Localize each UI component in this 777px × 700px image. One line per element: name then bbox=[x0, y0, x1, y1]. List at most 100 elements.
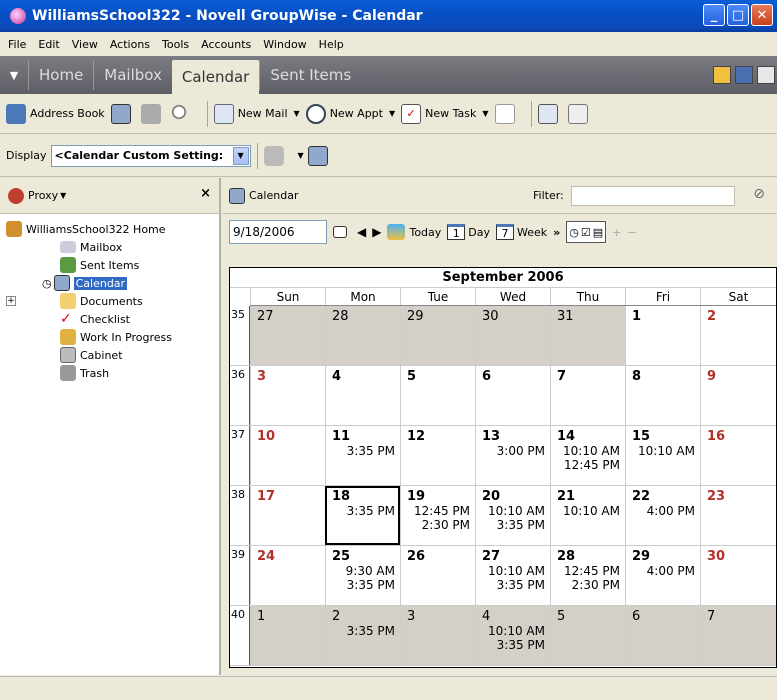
tree-item-checklist[interactable]: ✓ Checklist bbox=[6, 310, 219, 328]
trash-button[interactable] bbox=[263, 142, 288, 170]
tab-home[interactable]: Home bbox=[28, 60, 93, 90]
appointment-time[interactable]: 3:35 PM bbox=[482, 518, 550, 532]
day-cell[interactable]: 24 bbox=[250, 546, 325, 605]
minimize-button[interactable]: _ bbox=[703, 4, 725, 26]
chevron-down-icon[interactable]: ▼ bbox=[298, 151, 304, 160]
day-cell[interactable]: 27 bbox=[250, 306, 325, 365]
day-cell-selected[interactable]: 18 3:35 PM bbox=[325, 486, 400, 545]
appointment-time[interactable]: 10:10 AM bbox=[482, 564, 550, 578]
view-toggle-button[interactable] bbox=[537, 100, 562, 128]
next-button[interactable]: ▶ bbox=[372, 221, 381, 243]
day-cell[interactable]: 9 bbox=[700, 366, 776, 425]
close-button[interactable]: ✕ bbox=[751, 4, 773, 26]
appointment-time[interactable]: 3:35 PM bbox=[482, 638, 550, 652]
new-note-button[interactable] bbox=[494, 100, 519, 128]
week-number[interactable]: 39 bbox=[230, 546, 250, 605]
nav-dropdown-button[interactable]: ▼ bbox=[0, 56, 28, 94]
day-cell[interactable]: 7 bbox=[700, 606, 776, 665]
zoom-in-icon[interactable]: + bbox=[612, 221, 621, 243]
appointment-time[interactable]: 10:10 AM bbox=[632, 444, 700, 458]
day-cell[interactable]: 28 12:45 PM 2:30 PM bbox=[550, 546, 625, 605]
week-number[interactable]: 40 bbox=[230, 606, 250, 665]
day-cell[interactable]: 26 bbox=[400, 546, 475, 605]
calendar-props-button[interactable] bbox=[307, 142, 332, 170]
week-number[interactable]: 37 bbox=[230, 426, 250, 485]
day-cell[interactable]: 22 4:00 PM bbox=[625, 486, 700, 545]
day-cell[interactable]: 3 bbox=[400, 606, 475, 665]
filter-input[interactable] bbox=[571, 186, 735, 206]
week-number[interactable]: 35 bbox=[230, 306, 250, 365]
appointment-time[interactable]: 3:35 PM bbox=[332, 624, 400, 638]
menu-actions[interactable]: Actions bbox=[104, 38, 156, 51]
chevron-down-icon[interactable]: ▼ bbox=[60, 191, 66, 200]
appointment-time[interactable]: 12:45 PM bbox=[557, 564, 625, 578]
day-cell[interactable]: 6 bbox=[625, 606, 700, 665]
note-filter-icon[interactable]: ▤ bbox=[593, 226, 603, 239]
chevron-down-icon[interactable]: ▼ bbox=[294, 109, 300, 118]
day-cell[interactable]: 4 bbox=[325, 366, 400, 425]
appointment-time[interactable]: 10:10 AM bbox=[557, 444, 625, 458]
appointment-time[interactable]: 4:00 PM bbox=[632, 504, 700, 518]
appointment-time[interactable]: 3:35 PM bbox=[332, 578, 400, 592]
appointment-time[interactable]: 2:30 PM bbox=[407, 518, 475, 532]
day-cell[interactable]: 23 bbox=[700, 486, 776, 545]
day-cell[interactable]: 30 bbox=[475, 306, 550, 365]
grid-view-button[interactable] bbox=[567, 100, 592, 128]
appointment-filter-icon[interactable]: ◷ bbox=[569, 226, 579, 239]
menu-file[interactable]: File bbox=[2, 38, 32, 51]
tree-item-mailbox[interactable]: Mailbox bbox=[6, 238, 219, 256]
task-filter-icon[interactable]: ☑ bbox=[581, 226, 591, 239]
day-cell[interactable]: 1 bbox=[625, 306, 700, 365]
day-cell[interactable]: 28 bbox=[325, 306, 400, 365]
tree-item-home[interactable]: WilliamsSchool322 Home bbox=[6, 220, 219, 238]
day-cell[interactable]: 4 10:10 AM 3:35 PM bbox=[475, 606, 550, 665]
close-icon[interactable]: × bbox=[200, 186, 211, 201]
day-cell[interactable]: 27 10:10 AM 3:35 PM bbox=[475, 546, 550, 605]
tab-mailbox[interactable]: Mailbox bbox=[93, 60, 172, 90]
folders-icon[interactable] bbox=[713, 66, 731, 84]
appointment-time[interactable]: 10:10 AM bbox=[557, 504, 625, 518]
day-cell[interactable]: 12 bbox=[400, 426, 475, 485]
day-cell[interactable]: 21 10:10 AM bbox=[550, 486, 625, 545]
day-cell[interactable]: 31 bbox=[550, 306, 625, 365]
previous-button[interactable]: ◀ bbox=[357, 221, 366, 243]
menu-accounts[interactable]: Accounts bbox=[195, 38, 257, 51]
today-button[interactable]: Today bbox=[387, 221, 441, 243]
day-cell[interactable]: 2 bbox=[700, 306, 776, 365]
tree-item-calendar[interactable]: ◷ Calendar bbox=[6, 274, 219, 292]
appointment-time[interactable]: 3:00 PM bbox=[482, 444, 550, 458]
zoom-out-icon[interactable]: − bbox=[627, 221, 636, 243]
appointment-time[interactable]: 10:10 AM bbox=[482, 624, 550, 638]
tree-item-work-in-progress[interactable]: Work In Progress bbox=[6, 328, 219, 346]
day-cell[interactable]: 30 bbox=[700, 546, 776, 605]
chevron-down-icon[interactable]: ▼ bbox=[232, 146, 249, 165]
date-field[interactable]: 9/18/2006 bbox=[229, 220, 327, 244]
proxy-button[interactable]: Proxy bbox=[28, 189, 58, 202]
day-cell[interactable]: 20 10:10 AM 3:35 PM bbox=[475, 486, 550, 545]
day-cell[interactable]: 2 3:35 PM bbox=[325, 606, 400, 665]
new-task-button[interactable]: ✓ New Task ▼ bbox=[401, 100, 489, 128]
appointment-time[interactable]: 2:30 PM bbox=[557, 578, 625, 592]
menu-help[interactable]: Help bbox=[313, 38, 350, 51]
day-cell[interactable]: 14 10:10 AM 12:45 PM bbox=[550, 426, 625, 485]
filter-clear-icon[interactable]: ⊘ bbox=[753, 186, 765, 202]
display-setting-select[interactable]: <Calendar Custom Setting: ▼ bbox=[50, 144, 251, 167]
appointment-time[interactable]: 3:35 PM bbox=[482, 578, 550, 592]
more-tools-button[interactable]: » bbox=[553, 221, 560, 243]
day-cell[interactable]: 10 bbox=[250, 426, 325, 485]
tree-item-sent-items[interactable]: Sent Items bbox=[6, 256, 219, 274]
tab-sent-items[interactable]: Sent Items bbox=[259, 60, 361, 90]
week-view-button[interactable]: 7 Week bbox=[496, 221, 547, 243]
details-view-icon[interactable] bbox=[757, 66, 775, 84]
day-cell[interactable]: 17 bbox=[250, 486, 325, 545]
day-view-button[interactable]: 1 Day bbox=[447, 221, 490, 243]
calendar-view-button[interactable] bbox=[110, 100, 135, 128]
day-cell[interactable]: 7 bbox=[550, 366, 625, 425]
maximize-button[interactable]: □ bbox=[727, 4, 749, 26]
appointment-time[interactable]: 4:00 PM bbox=[632, 564, 700, 578]
appointment-time[interactable]: 9:30 AM bbox=[332, 564, 400, 578]
appointment-time[interactable]: 12:45 PM bbox=[407, 504, 475, 518]
chevron-down-icon[interactable]: ▼ bbox=[389, 109, 395, 118]
day-cell[interactable]: 25 9:30 AM 3:35 PM bbox=[325, 546, 400, 605]
print-button[interactable] bbox=[140, 100, 165, 128]
